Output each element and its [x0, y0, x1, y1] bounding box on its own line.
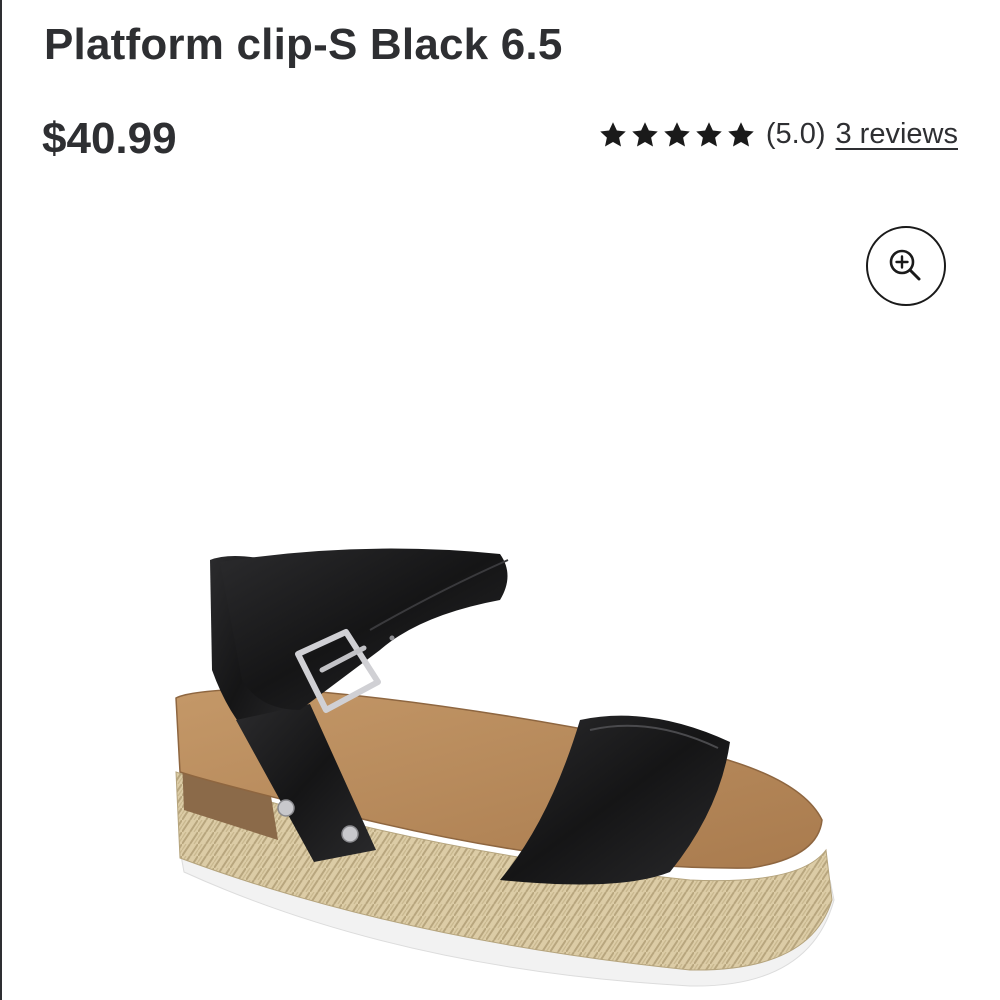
product-image[interactable]	[150, 520, 870, 990]
rating-summary: (5.0) 3 reviews	[598, 118, 958, 151]
star-rating	[598, 120, 756, 150]
product-price: $40.99	[42, 114, 177, 163]
rating-value: (5.0)	[765, 118, 826, 150]
star-icon	[632, 121, 658, 146]
star-icon	[696, 121, 722, 146]
left-border	[0, 0, 2, 1000]
product-title: Platform clip-S Black 6.5	[44, 20, 563, 69]
truncated-top-text: · · · · · · · · · · · · ·	[44, 0, 351, 19]
star-icon	[600, 121, 626, 146]
zoom-in-icon	[889, 249, 921, 281]
zoom-button[interactable]	[866, 226, 946, 306]
star-icon	[664, 121, 690, 146]
reviews-link[interactable]: 3 reviews	[836, 118, 959, 151]
product-page: · · · · · · · · · · · · · Platform clip-…	[0, 0, 1000, 1000]
star-icon	[728, 121, 754, 146]
